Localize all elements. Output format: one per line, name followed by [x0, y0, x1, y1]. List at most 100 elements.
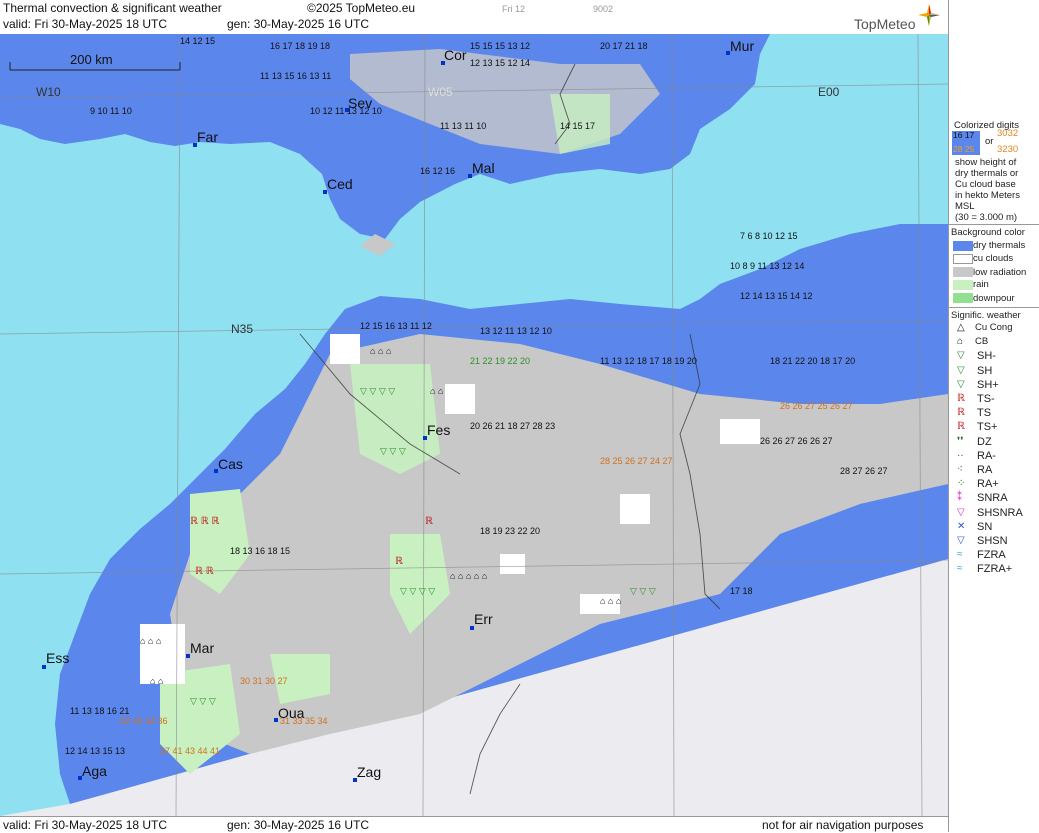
- legend-desc-1: show height of: [955, 157, 1017, 168]
- legend-wx-item: SH: [977, 364, 993, 377]
- svg-text:12 14 13 15 13: 12 14 13 15 13: [65, 746, 125, 756]
- svg-text:18 13 16 18 15: 18 13 16 18 15: [230, 546, 290, 556]
- legend-bg-item: rain: [973, 279, 989, 290]
- legend-or: or: [985, 136, 994, 147]
- svg-text:⌂ ⌂: ⌂ ⌂: [430, 386, 443, 396]
- svg-text:11 13 12 18 17 18 19 20: 11 13 12 18 17 18 19 20: [600, 356, 697, 366]
- city-mar[interactable]: Mar: [190, 640, 214, 656]
- svg-text:18 19 23 22 20: 18 19 23 22 20: [480, 526, 540, 536]
- footer-valid: valid: Fri 30-May-2025 18 UTC: [3, 818, 168, 832]
- svg-text:ℝ: ℝ: [395, 556, 403, 567]
- svg-text:20 17 21 18: 20 17 21 18: [600, 41, 648, 51]
- shower-heavy-icon: ▽: [957, 378, 965, 390]
- legend-wx-item: TS: [977, 407, 992, 420]
- rain-heavy-icon: ⁘: [957, 478, 966, 490]
- freezing-rain-icon: ≈: [957, 549, 963, 561]
- city-aga[interactable]: Aga: [82, 763, 107, 779]
- svg-text:⌂ ⌂ ⌂: ⌂ ⌂ ⌂: [140, 636, 161, 646]
- legend-desc-3: Cu cloud base: [955, 179, 1016, 190]
- svg-text:ℝ ℝ: ℝ ℝ: [195, 566, 214, 577]
- generated-time: gen: 30-May-2025 16 UTC: [227, 17, 370, 31]
- svg-text:18 21 22 20 18 17 20: 18 21 22 20 18 17 20: [770, 356, 855, 366]
- svg-text:⌂ ⌂ ⌂: ⌂ ⌂ ⌂: [600, 596, 621, 606]
- city-mur[interactable]: Mur: [730, 38, 754, 54]
- legend-bg-item: downpour: [973, 293, 1015, 304]
- map-footer: valid: Fri 30-May-2025 18 UTC gen: 30-Ma…: [0, 816, 948, 833]
- city-fes[interactable]: Fes: [427, 422, 450, 438]
- city-cas[interactable]: Cas: [218, 456, 243, 472]
- svg-text:12 15 16 13 11 12: 12 15 16 13 11 12: [360, 321, 432, 331]
- snow-icon: ✕: [957, 520, 966, 532]
- scale-label: 200 km: [70, 52, 113, 67]
- legend-wx-item: FZRA+: [977, 563, 1013, 576]
- shower-icon: ▽: [957, 364, 965, 376]
- city-ced[interactable]: Ced: [327, 176, 353, 192]
- legend-divider: [949, 307, 1039, 308]
- grid-label-w05: W05: [428, 85, 453, 99]
- svg-text:10 8 9 11 13 12 14: 10 8 9 11 13 12 14: [730, 261, 804, 271]
- svg-text:30 31 30 27: 30 31 30 27: [240, 676, 288, 686]
- legend-divider: [949, 224, 1039, 225]
- svg-text:⌂ ⌂ ⌂: ⌂ ⌂ ⌂: [370, 346, 391, 356]
- legend-desc-4: in hekto Meters: [955, 190, 1020, 201]
- svg-text:14 15 17: 14 15 17: [560, 121, 595, 131]
- swatch-downpour: [953, 293, 973, 303]
- svg-text:▽ ▽ ▽ ▽: ▽ ▽ ▽ ▽: [360, 386, 395, 396]
- snow-shower-icon: ▽: [957, 535, 965, 546]
- swatch-low-radiation: [953, 267, 973, 277]
- svg-text:11 13 15 16 13 11: 11 13 15 16 13 11: [260, 71, 331, 81]
- svg-text:ℝ: ℝ: [425, 516, 433, 527]
- svg-text:14 12 15: 14 12 15: [180, 36, 215, 46]
- city-ess[interactable]: Ess: [46, 650, 69, 666]
- swatch-rain: [953, 280, 973, 290]
- copyright: ©2025 TopMeteo.eu: [307, 1, 416, 15]
- day-tab[interactable]: Fri 12: [502, 4, 525, 14]
- city-cor[interactable]: Cor: [444, 47, 467, 63]
- cb-icon: ⌂: [957, 336, 964, 348]
- svg-text:26 26 27 25 26 27: 26 26 27 25 26 27: [780, 401, 853, 411]
- svg-text:12 14 13 15 14 12: 12 14 13 15 14 12: [740, 291, 813, 301]
- freezing-rain-heavy-icon: ≈: [957, 563, 963, 575]
- svg-text:⌂ ⌂: ⌂ ⌂: [150, 676, 163, 686]
- city-err[interactable]: Err: [474, 611, 493, 627]
- legend-wx-item: SNRA: [977, 492, 1008, 505]
- legend-sample-d: 3230: [997, 144, 1019, 155]
- svg-text:7 6 8 10 12 15: 7 6 8 10 12 15: [740, 231, 798, 241]
- legend-bg-item: dry thermals: [973, 240, 1026, 251]
- svg-text:37 41 43 44 41: 37 41 43 44 41: [160, 746, 220, 756]
- legend-wx-item: SN: [977, 520, 993, 533]
- svg-text:▽ ▽ ▽: ▽ ▽ ▽: [380, 446, 406, 456]
- thunderstorm-light-icon: ℝ: [957, 393, 965, 404]
- svg-text:28 27 26 27: 28 27 26 27: [840, 466, 888, 476]
- svg-text:11 13 11 10: 11 13 11 10: [440, 121, 486, 131]
- thunderstorm-heavy-icon: ℝ: [957, 421, 965, 433]
- svg-text:ℝ ℝ ℝ: ℝ ℝ ℝ: [190, 516, 219, 527]
- svg-text:▽ ▽ ▽ ▽: ▽ ▽ ▽ ▽: [400, 586, 435, 596]
- svg-text:16 17 18 19 18: 16 17 18 19 18: [270, 41, 330, 51]
- thunderstorm-icon: ℝ: [957, 407, 965, 419]
- drizzle-icon: ❜❜: [957, 435, 964, 447]
- legend-bg-item: cu clouds: [973, 253, 1014, 264]
- city-oua[interactable]: Oua: [278, 705, 304, 721]
- map-canvas: 14 12 15 16 17 18 19 18 15 15 15 13 12 20 …: [0, 34, 948, 816]
- map-title: Thermal convection & significant weather: [3, 1, 222, 15]
- city-zag[interactable]: Zag: [357, 764, 381, 780]
- legend-desc-5: MSL: [955, 201, 975, 212]
- city-sev[interactable]: Sev: [348, 95, 372, 111]
- forecast-code: 9002: [593, 4, 614, 14]
- svg-text:12 13 15 12 14: 12 13 15 12 14: [470, 58, 530, 68]
- city-far[interactable]: Far: [197, 129, 218, 145]
- legend-wx-item: SHSN: [977, 535, 1008, 547]
- swatch-cu-clouds: [953, 254, 973, 264]
- weather-map[interactable]: 14 12 15 16 17 18 19 18 15 15 15 13 12 20 …: [0, 34, 948, 816]
- footer-note: not for air navigation purposes: [762, 818, 924, 832]
- brand-name: TopMeteo: [854, 16, 916, 32]
- svg-text:16 12 16: 16 12 16: [420, 166, 455, 176]
- grid-label-e00: E00: [818, 85, 840, 99]
- city-mal[interactable]: Mal: [472, 160, 495, 176]
- legend-wx-item: CB: [975, 336, 989, 348]
- shower-light-icon: ▽: [957, 350, 965, 362]
- svg-text:13 12 11 13 12 10: 13 12 11 13 12 10: [480, 326, 552, 336]
- topmeteo-logo-icon: [918, 4, 940, 26]
- svg-text:⌂ ⌂ ⌂ ⌂ ⌂: ⌂ ⌂ ⌂ ⌂ ⌂: [450, 571, 487, 581]
